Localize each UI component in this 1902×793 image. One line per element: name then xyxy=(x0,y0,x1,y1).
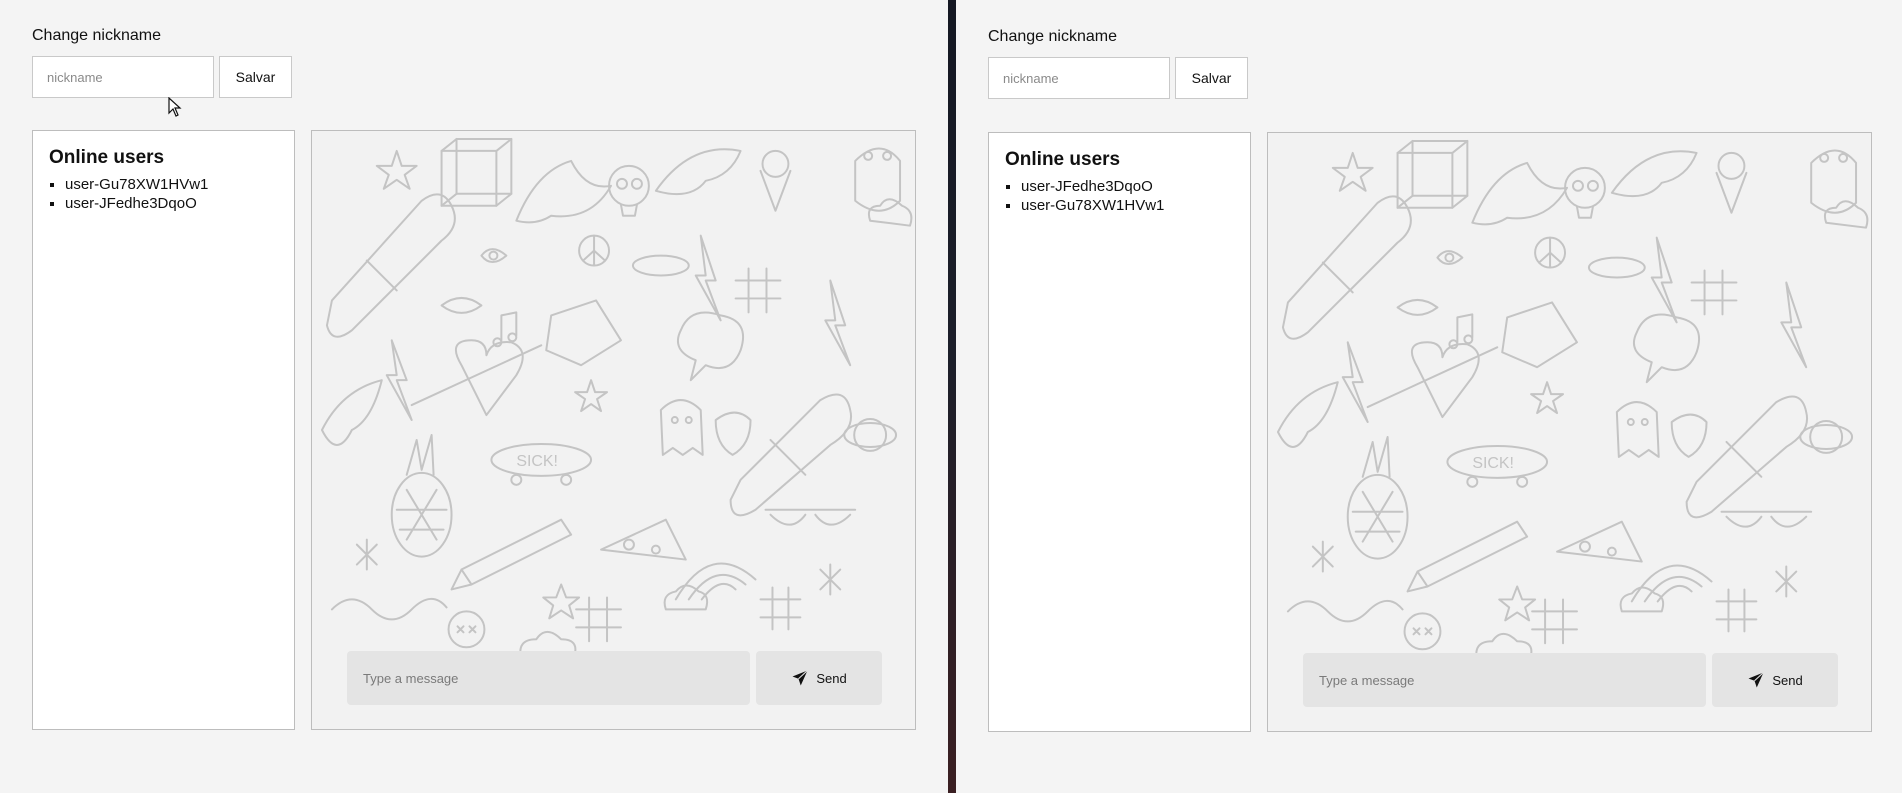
doodle-background xyxy=(1268,133,1871,731)
nickname-input[interactable] xyxy=(988,57,1170,99)
change-nickname-heading: Change nickname xyxy=(32,27,161,44)
online-users-title: Online users xyxy=(49,147,165,168)
send-button-label: Send xyxy=(1772,672,1803,688)
online-users-panel: Online users user-JFedhe3DqoO user-Gu78X… xyxy=(988,132,1251,732)
send-button[interactable]: Send xyxy=(1712,653,1838,707)
online-user-item: user-JFedhe3DqoO xyxy=(1021,177,1234,196)
online-users-title: Online users xyxy=(1005,149,1121,170)
save-nickname-button[interactable]: Salvar xyxy=(1175,57,1248,99)
send-button[interactable]: Send xyxy=(756,651,882,705)
online-user-item: user-Gu78XW1HVw1 xyxy=(65,175,278,194)
online-user-item: user-JFedhe3DqoO xyxy=(65,194,278,213)
online-users-list: user-JFedhe3DqoO user-Gu78XW1HVw1 xyxy=(1005,177,1234,215)
right-window: Change nickname Salvar Online users user… xyxy=(956,0,1902,793)
left-window: Change nickname Salvar Online users user… xyxy=(0,0,948,793)
nickname-input[interactable] xyxy=(32,56,214,98)
chat-area: Send xyxy=(311,130,916,730)
send-button-label: Send xyxy=(816,670,847,686)
paper-plane-icon xyxy=(791,669,809,687)
save-nickname-button[interactable]: Salvar xyxy=(219,56,292,98)
message-input[interactable] xyxy=(1303,653,1706,707)
mouse-cursor-icon xyxy=(168,97,182,117)
message-input[interactable] xyxy=(347,651,750,705)
change-nickname-heading: Change nickname xyxy=(988,28,1117,45)
online-users-list: user-Gu78XW1HVw1 user-JFedhe3DqoO xyxy=(49,175,278,213)
chat-area: Send xyxy=(1267,132,1872,732)
window-divider xyxy=(948,0,956,793)
paper-plane-icon xyxy=(1747,671,1765,689)
online-user-item: user-Gu78XW1HVw1 xyxy=(1021,196,1234,215)
doodle-background xyxy=(312,131,915,729)
online-users-panel: Online users user-Gu78XW1HVw1 user-JFedh… xyxy=(32,130,295,730)
